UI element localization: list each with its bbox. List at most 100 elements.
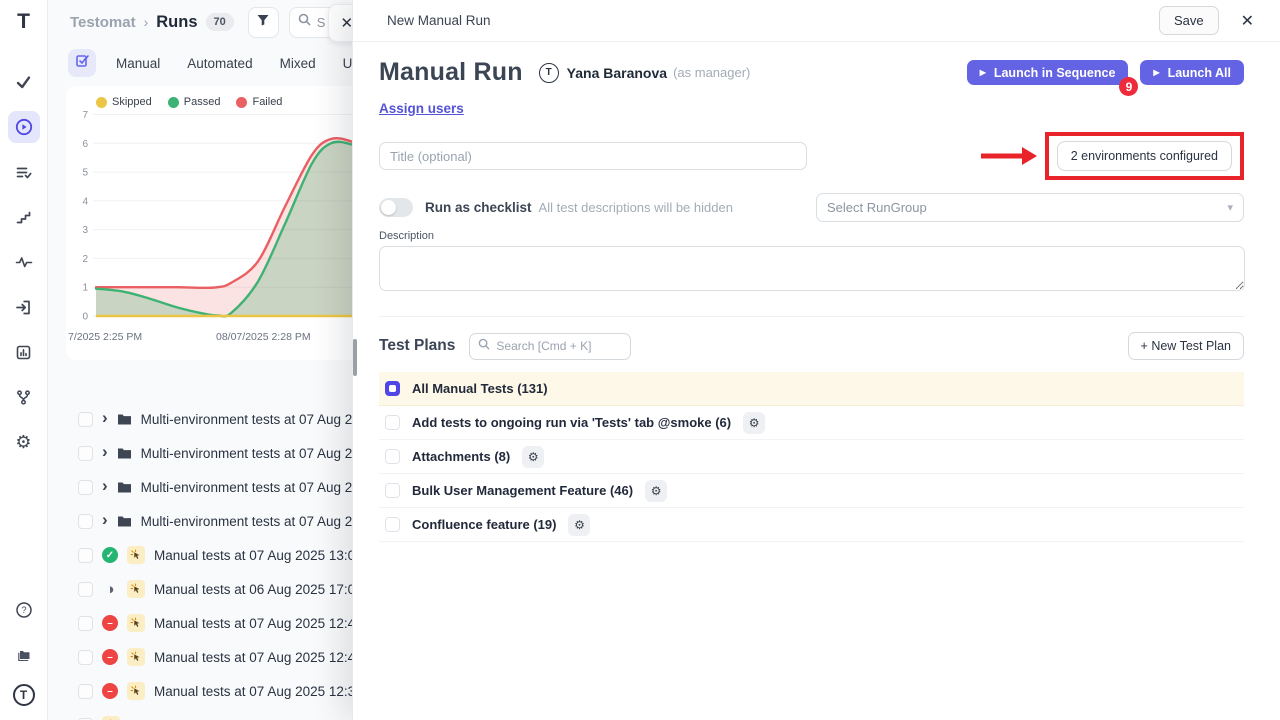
svg-text:7: 7: [82, 110, 88, 121]
tab-mixed[interactable]: Mixed: [280, 56, 316, 71]
sign-in-icon: [15, 299, 32, 316]
folder-icon: [117, 413, 132, 426]
plan-checkbox[interactable]: [385, 483, 400, 498]
run-label[interactable]: Multi-environment tests at 07 Aug 2025: [141, 514, 375, 529]
run-label[interactable]: Multi-environment tests at 07 Aug 2025: [141, 480, 375, 495]
check-icon: [15, 74, 32, 91]
funnel-icon: [256, 13, 270, 32]
description-textarea[interactable]: [379, 246, 1245, 291]
sidebar-item-reports[interactable]: [8, 336, 40, 368]
test-plans-search[interactable]: [469, 333, 631, 360]
plan-label[interactable]: Add tests to ongoing run via 'Tests' tab…: [412, 415, 731, 430]
play-circle-icon: [15, 118, 33, 136]
manual-test-icon: [127, 614, 145, 632]
plan-label[interactable]: Confluence feature (19): [412, 517, 556, 532]
test-plan-row[interactable]: All Manual Tests (131): [379, 372, 1244, 406]
run-label[interactable]: Manual tests at 07 Aug 2025 12:43: [154, 616, 363, 631]
tab-automated[interactable]: Automated: [187, 56, 252, 71]
status-passed-icon: ✓: [102, 547, 118, 563]
owner-role-note: (as manager): [673, 65, 750, 80]
plan-settings-button[interactable]: ⚙: [743, 412, 765, 434]
status-failed-icon: –: [102, 615, 118, 631]
owner-avatar[interactable]: T: [539, 63, 559, 83]
pulse-icon: [15, 253, 33, 271]
plan-settings-button[interactable]: ⚙: [522, 446, 544, 468]
test-plan-row[interactable]: Confluence feature (19) ⚙: [379, 508, 1244, 542]
run-as-checklist-toggle[interactable]: [379, 198, 413, 217]
test-plan-row[interactable]: Bulk User Management Feature (46) ⚙: [379, 474, 1244, 508]
sidebar-item-analytics[interactable]: [8, 246, 40, 278]
test-plans-list: All Manual Tests (131) Add tests to ongoi…: [379, 372, 1244, 542]
plan-settings-button[interactable]: ⚙: [645, 480, 667, 502]
sidebar-item-test-plans[interactable]: [8, 156, 40, 188]
assign-users-link[interactable]: Assign users: [379, 101, 464, 116]
toggle-label: Run as checklist: [425, 200, 532, 215]
breadcrumb-separator: ›: [144, 14, 149, 30]
breadcrumb-runs[interactable]: Runs: [156, 13, 197, 32]
run-label[interactable]: Manual tests at 07 Aug 2025 13:02: [154, 548, 363, 563]
run-label[interactable]: Multi-environment tests at 07 Aug 2025: [141, 412, 375, 427]
run-label[interactable]: Manual tests at 07 Aug 2025 12:42: [154, 650, 363, 665]
sidebar-item-branches[interactable]: [8, 381, 40, 413]
tab-manual[interactable]: Manual: [116, 56, 160, 71]
svg-text:?: ?: [21, 605, 26, 615]
legend-item-skipped[interactable]: Skipped: [96, 96, 152, 108]
sidebar-item-import[interactable]: [8, 291, 40, 323]
launch-in-sequence-button[interactable]: ▶ Launch in Sequence: [967, 60, 1129, 85]
page-title: Manual Run: [379, 58, 523, 87]
plan-label[interactable]: Bulk User Management Feature (46): [412, 483, 633, 498]
row-checkbox[interactable]: [78, 684, 93, 699]
test-plans-search-input[interactable]: [496, 339, 616, 353]
launch-all-button[interactable]: ▶ Launch All: [1140, 60, 1244, 85]
projects-button[interactable]: [8, 639, 40, 671]
chevron-right-icon[interactable]: ›: [102, 443, 108, 460]
testomat-logo[interactable]: T: [17, 10, 30, 34]
run-label[interactable]: Multi-environment tests at 07 Aug 2025: [141, 446, 375, 461]
row-checkbox[interactable]: [78, 650, 93, 665]
manual-test-icon: [127, 682, 145, 700]
row-checkbox[interactable]: [78, 446, 93, 461]
sidebar-item-settings[interactable]: ⚙: [8, 426, 40, 458]
plan-label[interactable]: All Manual Tests (131): [412, 381, 548, 396]
account-avatar[interactable]: T: [13, 684, 35, 706]
plan-settings-button[interactable]: ⚙: [568, 514, 590, 536]
save-button[interactable]: Save: [1159, 6, 1219, 35]
drawer-title: New Manual Run: [387, 13, 491, 28]
new-test-plan-button[interactable]: + New Test Plan: [1128, 332, 1244, 360]
close-icon[interactable]: ✕: [1241, 11, 1254, 31]
rungroup-select[interactable]: Select RunGroup ▾: [816, 193, 1244, 222]
folder-icon: [117, 481, 132, 494]
plan-checkbox[interactable]: [385, 415, 400, 430]
sidebar-item-steps[interactable]: [8, 201, 40, 233]
annotation-arrow: [979, 145, 1039, 167]
sidebar-item-runs[interactable]: [8, 111, 40, 143]
tab-all-runs[interactable]: [68, 49, 96, 77]
breadcrumb-project[interactable]: Testomat: [70, 14, 136, 31]
row-checkbox[interactable]: [78, 480, 93, 495]
test-plan-row[interactable]: Add tests to ongoing run via 'Tests' tab…: [379, 406, 1244, 440]
test-plan-row[interactable]: Attachments (8) ⚙: [379, 440, 1244, 474]
run-title-input[interactable]: [379, 142, 807, 170]
chevron-right-icon[interactable]: ›: [102, 477, 108, 494]
filter-button[interactable]: [248, 7, 279, 38]
sidebar-item-tests[interactable]: [8, 66, 40, 98]
run-label[interactable]: Manual tests at 06 Aug 2025 17:06: [154, 582, 363, 597]
row-checkbox[interactable]: [78, 548, 93, 563]
plan-checkbox[interactable]: [385, 517, 400, 532]
row-checkbox[interactable]: [78, 412, 93, 427]
chevron-right-icon[interactable]: ›: [102, 511, 108, 528]
run-label[interactable]: Manual tests at 07 Aug 2025 12:35: [154, 684, 363, 699]
gear-icon: ⚙: [749, 416, 760, 430]
row-checkbox[interactable]: [78, 582, 93, 597]
row-checkbox[interactable]: [78, 514, 93, 529]
legend-item-failed[interactable]: Failed: [236, 96, 282, 108]
plan-checkbox-checked[interactable]: [385, 381, 400, 396]
chevron-right-icon[interactable]: ›: [102, 409, 108, 426]
plan-label[interactable]: Attachments (8): [412, 449, 510, 464]
help-button[interactable]: ?: [8, 594, 40, 626]
legend-item-passed[interactable]: Passed: [168, 96, 221, 108]
play-icon: ▶: [980, 68, 986, 77]
environments-configured-button[interactable]: 2 environments configured: [1057, 141, 1232, 171]
row-checkbox[interactable]: [78, 616, 93, 631]
plan-checkbox[interactable]: [385, 449, 400, 464]
